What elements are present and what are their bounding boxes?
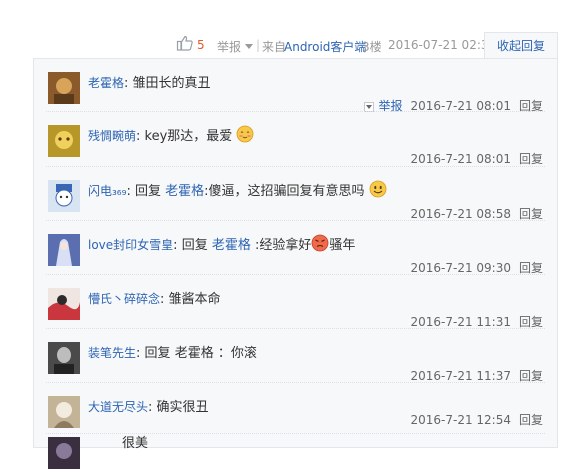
reply-line: 老霍格: 雏田长的真丑	[88, 72, 211, 91]
reply-text: 雏酱本命	[168, 292, 221, 307]
reply-line: love封印女雪皇: 回复 老霍格 :经验拿好 骚年	[88, 234, 355, 253]
reply-button[interactable]: 回复	[519, 152, 543, 166]
reply-line: 大道无尽头: 确实很丑	[88, 396, 209, 415]
thumbs-up-icon[interactable]	[176, 34, 194, 52]
reply-item: 装笔先生: 回复 老霍格 ：你滚 2016-7-21 11:37 回复	[34, 329, 557, 383]
reply-word: 回复	[181, 238, 208, 253]
reply-item: 老霍格: 雏田长的真丑 举报 2016-7-21 08:01 回复	[34, 59, 557, 113]
username-link[interactable]: 装笔先生	[88, 346, 136, 360]
reply-text: key那达，最爱	[144, 129, 233, 144]
from-prefix: 来自	[262, 40, 287, 54]
reply-button[interactable]: 回复	[519, 207, 543, 221]
username-link[interactable]: 闪电₃₆₉	[88, 184, 126, 198]
avatar[interactable]	[48, 288, 80, 320]
reply-line: 闪电₃₆₉: 回复 老霍格:傻逼，这招骗回复有意思吗	[88, 180, 387, 199]
reply-target-link[interactable]: 老霍格	[175, 346, 214, 361]
reply-line: 装笔先生: 回复 老霍格 ：你滚	[88, 342, 257, 361]
reply-item: 很美	[34, 432, 557, 469]
avatar[interactable]	[48, 342, 80, 374]
smile-emoji-icon	[369, 180, 387, 198]
reply-meta: 2016-7-21 12:54 回复	[410, 411, 543, 428]
reply-item: 懵氏丶碎碎念: 雏酱本命 2016-7-21 11:31 回复	[34, 275, 557, 329]
reply-line: 懵氏丶碎碎念: 雏酱本命	[88, 288, 221, 307]
reply-word: 回复	[134, 184, 161, 199]
reply-button[interactable]: 回复	[519, 413, 543, 427]
reply-time: 2016-7-21 08:58	[410, 207, 511, 221]
floor-number: 3楼	[362, 40, 382, 54]
reply-target-link[interactable]: 老霍格	[165, 184, 204, 199]
chevron-down-icon	[245, 44, 254, 49]
username-link[interactable]: 懵氏丶碎碎念	[88, 292, 160, 306]
reply-time: 2016-7-21 12:54	[410, 413, 511, 427]
avatar[interactable]	[48, 72, 80, 104]
angry-emoji-icon	[312, 234, 329, 252]
separator: |	[256, 38, 261, 52]
like-count: 5	[197, 38, 205, 52]
reply-text: :经验拿好	[255, 238, 312, 253]
reply-item: 大道无尽头: 确实很丑 2016-7-21 12:54 回复	[34, 383, 557, 434]
colon: :	[173, 238, 178, 253]
reply-item: love封印女雪皇: 回复 老霍格 :经验拿好 骚年 2016-7-21 09:…	[34, 221, 557, 275]
reply-time: 2016-7-21 08:01	[410, 152, 511, 166]
reply-text-after: 骚年	[329, 238, 356, 253]
post-meta-bar: 5 举报 | 来自 Android客户端 3楼 2016-07-21 02:33…	[0, 32, 580, 59]
colon: :	[148, 400, 153, 415]
reply-time: 2016-7-21 11:31	[410, 315, 511, 329]
avatar[interactable]	[48, 125, 80, 157]
avatar[interactable]	[48, 437, 80, 469]
reply-text: 雏田长的真丑	[132, 76, 211, 91]
colon: :	[136, 346, 141, 361]
reply-item: 闪电₃₆₉: 回复 老霍格:傻逼，这招骗回复有意思吗 2016-7-21 08:…	[34, 167, 557, 221]
username-link[interactable]: 残惆畹萌	[88, 129, 136, 143]
reply-word: 回复	[144, 346, 171, 361]
username-link[interactable]: 大道无尽头	[88, 400, 148, 414]
post-time: 2016-07-21 02:33	[388, 38, 497, 52]
shy-emoji-icon	[237, 125, 254, 143]
reply-text: 很美	[122, 436, 149, 451]
reply-target-link[interactable]: 老霍格	[212, 238, 251, 253]
colon: :	[124, 76, 129, 91]
reply-button[interactable]: 回复	[519, 369, 543, 383]
reply-line: 残惆畹萌: key那达，最爱	[88, 125, 254, 144]
reply-line: 很美	[88, 432, 148, 451]
avatar[interactable]	[48, 234, 80, 266]
colon: :	[136, 129, 141, 144]
reply-text: :傻逼，这招骗回复有意思吗	[204, 184, 365, 199]
report-dropdown[interactable]: 举报	[217, 38, 254, 55]
reply-button[interactable]: 回复	[519, 261, 543, 275]
reply-time: 2016-7-21 09:30	[410, 261, 511, 275]
avatar[interactable]	[48, 180, 80, 212]
colon: :	[160, 292, 165, 307]
colon: :	[126, 184, 131, 199]
reply-button[interactable]: 回复	[519, 315, 543, 329]
reply-text: ：你滚	[217, 346, 257, 361]
collapse-replies-button[interactable]: 收起回复	[484, 32, 558, 59]
avatar[interactable]	[48, 396, 80, 428]
reply-item: 残惆畹萌: key那达，最爱 2016-7-21 08:01 回复	[34, 112, 557, 167]
reply-time: 2016-7-21 11:37	[410, 369, 511, 383]
client-link[interactable]: Android客户端	[284, 38, 366, 55]
reply-meta: 2016-7-21 08:01 回复	[410, 150, 543, 167]
username-link[interactable]: 老霍格	[88, 76, 124, 90]
username-link[interactable]: love封印女雪皇	[88, 238, 173, 252]
reply-list: 老霍格: 雏田长的真丑 举报 2016-7-21 08:01 回复 残惆畹萌: ke…	[33, 58, 558, 469]
report-label: 举报	[217, 40, 242, 54]
reply-text: 确实很丑	[156, 400, 209, 415]
